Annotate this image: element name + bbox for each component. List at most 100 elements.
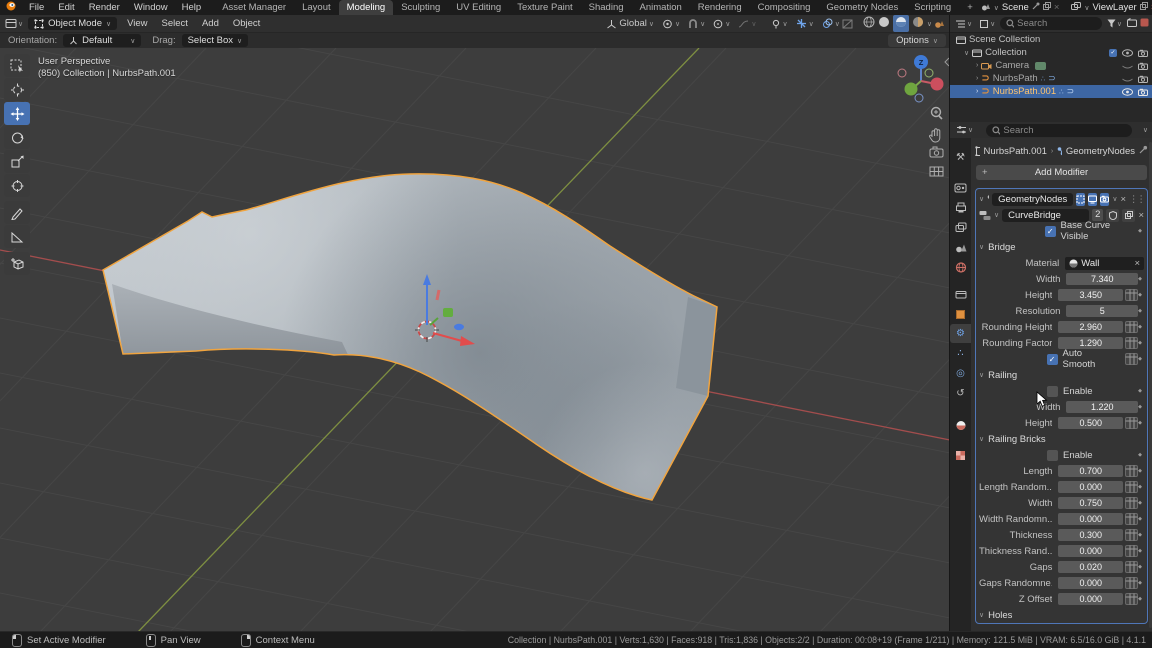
decorator-dot[interactable]: ◆ bbox=[1138, 308, 1142, 314]
navigation-gizmo[interactable]: Z bbox=[897, 55, 944, 103]
attribute-toggle-icon[interactable] bbox=[1125, 593, 1139, 605]
transform-tool[interactable] bbox=[4, 174, 30, 197]
scene-name[interactable]: Scene bbox=[1002, 2, 1029, 13]
tab-constraints[interactable]: ↺ bbox=[950, 384, 971, 403]
attribute-toggle-icon[interactable] bbox=[1125, 481, 1139, 493]
zoom-tool-icon[interactable] bbox=[930, 106, 943, 120]
unlink-node-group-icon[interactable]: × bbox=[1138, 210, 1144, 221]
collapse-icon[interactable]: ∨ bbox=[979, 195, 984, 203]
properties-search[interactable] bbox=[986, 123, 1132, 137]
modifier-extras-dropdown[interactable]: ∨ bbox=[1112, 195, 1117, 203]
width-slider[interactable]: 7.340 bbox=[1066, 273, 1139, 285]
outliner-row-camera[interactable]: › Camera bbox=[950, 59, 1152, 72]
tab-sculpting[interactable]: Sculpting bbox=[393, 0, 448, 15]
edit-mode-display-toggle[interactable] bbox=[1076, 192, 1086, 206]
scene-dropdown-icon[interactable]: ∨ bbox=[994, 4, 999, 12]
show-gizmo-dropdown[interactable]: ∨ bbox=[771, 19, 788, 29]
orientation-dropdown[interactable]: Default ∨ bbox=[63, 34, 142, 47]
hide-eye-icon[interactable] bbox=[1122, 62, 1133, 70]
tab-scripting[interactable]: Scripting bbox=[906, 0, 959, 15]
bricks-enable-checkbox[interactable] bbox=[1047, 449, 1058, 461]
camera-view-icon[interactable] bbox=[929, 146, 944, 158]
outliner-extra-icon[interactable] bbox=[1140, 18, 1149, 30]
tab-rendering[interactable]: Rendering bbox=[690, 0, 750, 15]
rotate-tool[interactable] bbox=[4, 126, 30, 149]
attribute-toggle-icon[interactable] bbox=[1125, 337, 1139, 349]
nurbspath-wall-object[interactable] bbox=[0, 48, 950, 632]
menu-select[interactable]: Select bbox=[155, 18, 195, 29]
outliner-row-nurbspath[interactable]: › ⊃ NurbsPath ∴ ⊃ bbox=[950, 72, 1152, 85]
expand-icon[interactable]: › bbox=[976, 75, 978, 82]
xray-toggle[interactable] bbox=[840, 19, 855, 29]
attribute-toggle-icon[interactable] bbox=[1125, 545, 1139, 557]
decorator-dot[interactable]: ◆ bbox=[1138, 468, 1142, 474]
menu-help[interactable]: Help bbox=[175, 0, 209, 15]
render-preview-icon[interactable] bbox=[932, 19, 947, 29]
hide-eye-icon[interactable] bbox=[1122, 87, 1133, 96]
tab-modeling[interactable]: Modeling bbox=[338, 0, 394, 15]
tab-view-layer[interactable] bbox=[950, 218, 971, 237]
add-cube-tool[interactable] bbox=[4, 252, 30, 275]
tab-layout[interactable]: Layout bbox=[294, 0, 339, 15]
outliner-row-nurbspath-001[interactable]: › ⊃ NurbsPath.001 ∴ ⊃ bbox=[950, 85, 1152, 98]
attribute-toggle-icon[interactable] bbox=[1125, 417, 1139, 429]
attribute-toggle-icon[interactable] bbox=[1125, 529, 1139, 541]
decorator-dot[interactable]: ◆ bbox=[1138, 564, 1142, 570]
attribute-toggle-icon[interactable] bbox=[1125, 465, 1139, 477]
section-railing-bricks[interactable]: ∨ Railing Bricks bbox=[979, 431, 1144, 447]
menu-view[interactable]: View bbox=[120, 18, 154, 29]
hide-eye-icon[interactable] bbox=[1122, 75, 1133, 83]
move-tool[interactable] bbox=[4, 102, 30, 125]
mode-dropdown[interactable]: Object Mode ∨ bbox=[28, 17, 118, 30]
pan-tool-icon[interactable] bbox=[929, 128, 941, 143]
decorator-dot[interactable]: ◆ bbox=[1138, 228, 1142, 234]
gaps-slider[interactable]: 0.020 bbox=[1058, 561, 1124, 573]
view-layer-icon[interactable] bbox=[1071, 1, 1082, 14]
proportional-falloff-dropdown[interactable]: ∨ bbox=[738, 19, 757, 29]
disable-render-icon[interactable] bbox=[1138, 62, 1148, 70]
snap-toggle[interactable]: ∨ bbox=[688, 18, 705, 29]
z-offset-slider[interactable]: 0.000 bbox=[1058, 593, 1124, 605]
decorator-dot[interactable]: ◆ bbox=[1138, 324, 1142, 330]
add-modifier-button[interactable]: + Add Modifier bbox=[976, 165, 1147, 180]
material-field[interactable]: Wall × bbox=[1065, 256, 1144, 270]
transform-orientation-dropdown[interactable]: Global ∨ bbox=[606, 18, 654, 29]
outliner-search-input[interactable] bbox=[1017, 18, 1096, 29]
decorator-dot[interactable]: ◆ bbox=[1138, 404, 1142, 410]
attribute-toggle-icon[interactable] bbox=[1125, 497, 1139, 509]
expand-icon[interactable]: ∨ bbox=[964, 49, 969, 57]
pin-icon[interactable] bbox=[1032, 2, 1040, 13]
menu-add[interactable]: Add bbox=[195, 18, 226, 29]
attribute-toggle-icon[interactable] bbox=[1125, 353, 1139, 365]
menu-window[interactable]: Window bbox=[127, 0, 175, 15]
view-layer-dropdown-icon[interactable]: ∨ bbox=[1084, 4, 1089, 12]
clear-material-icon[interactable]: × bbox=[1134, 258, 1140, 269]
new-collection-button[interactable] bbox=[1127, 17, 1137, 30]
resolution-slider[interactable]: 5 bbox=[1066, 305, 1139, 317]
height-slider[interactable]: 3.450 bbox=[1058, 289, 1124, 301]
tab-geometry-nodes[interactable]: Geometry Nodes bbox=[818, 0, 906, 15]
viewport-canvas[interactable]: Z bbox=[0, 48, 950, 632]
tab-compositing[interactable]: Compositing bbox=[750, 0, 819, 15]
tab-uv-editing[interactable]: UV Editing bbox=[448, 0, 509, 15]
decorator-dot[interactable]: ◆ bbox=[1138, 388, 1142, 394]
menu-file[interactable]: File bbox=[22, 0, 51, 15]
length-slider[interactable]: 0.700 bbox=[1058, 465, 1124, 477]
hide-eye-icon[interactable] bbox=[1122, 48, 1133, 57]
decorator-dot[interactable]: ◆ bbox=[1138, 580, 1142, 586]
gizmos-toggle[interactable]: ∨ bbox=[796, 18, 814, 29]
tab-particles[interactable]: ∴ bbox=[950, 344, 971, 363]
collection-checkbox[interactable]: ✓ bbox=[1109, 48, 1117, 57]
attribute-toggle-icon[interactable] bbox=[1125, 289, 1139, 301]
tab-texture-paint[interactable]: Texture Paint bbox=[509, 0, 580, 15]
menu-edit[interactable]: Edit bbox=[51, 0, 81, 15]
attribute-toggle-icon[interactable] bbox=[1125, 321, 1139, 333]
add-workspace-button[interactable]: + bbox=[959, 0, 981, 15]
render-display-toggle[interactable] bbox=[1100, 192, 1110, 206]
outliner-row-scene-collection[interactable]: Scene Collection bbox=[950, 33, 1152, 46]
decorator-dot[interactable]: ◆ bbox=[1138, 596, 1142, 602]
gaps-random-slider[interactable]: 0.000 bbox=[1058, 577, 1124, 589]
properties-search-input[interactable] bbox=[1003, 124, 1126, 136]
attribute-toggle-icon[interactable] bbox=[1125, 513, 1139, 525]
railing-height-slider[interactable]: 0.500 bbox=[1058, 417, 1124, 429]
